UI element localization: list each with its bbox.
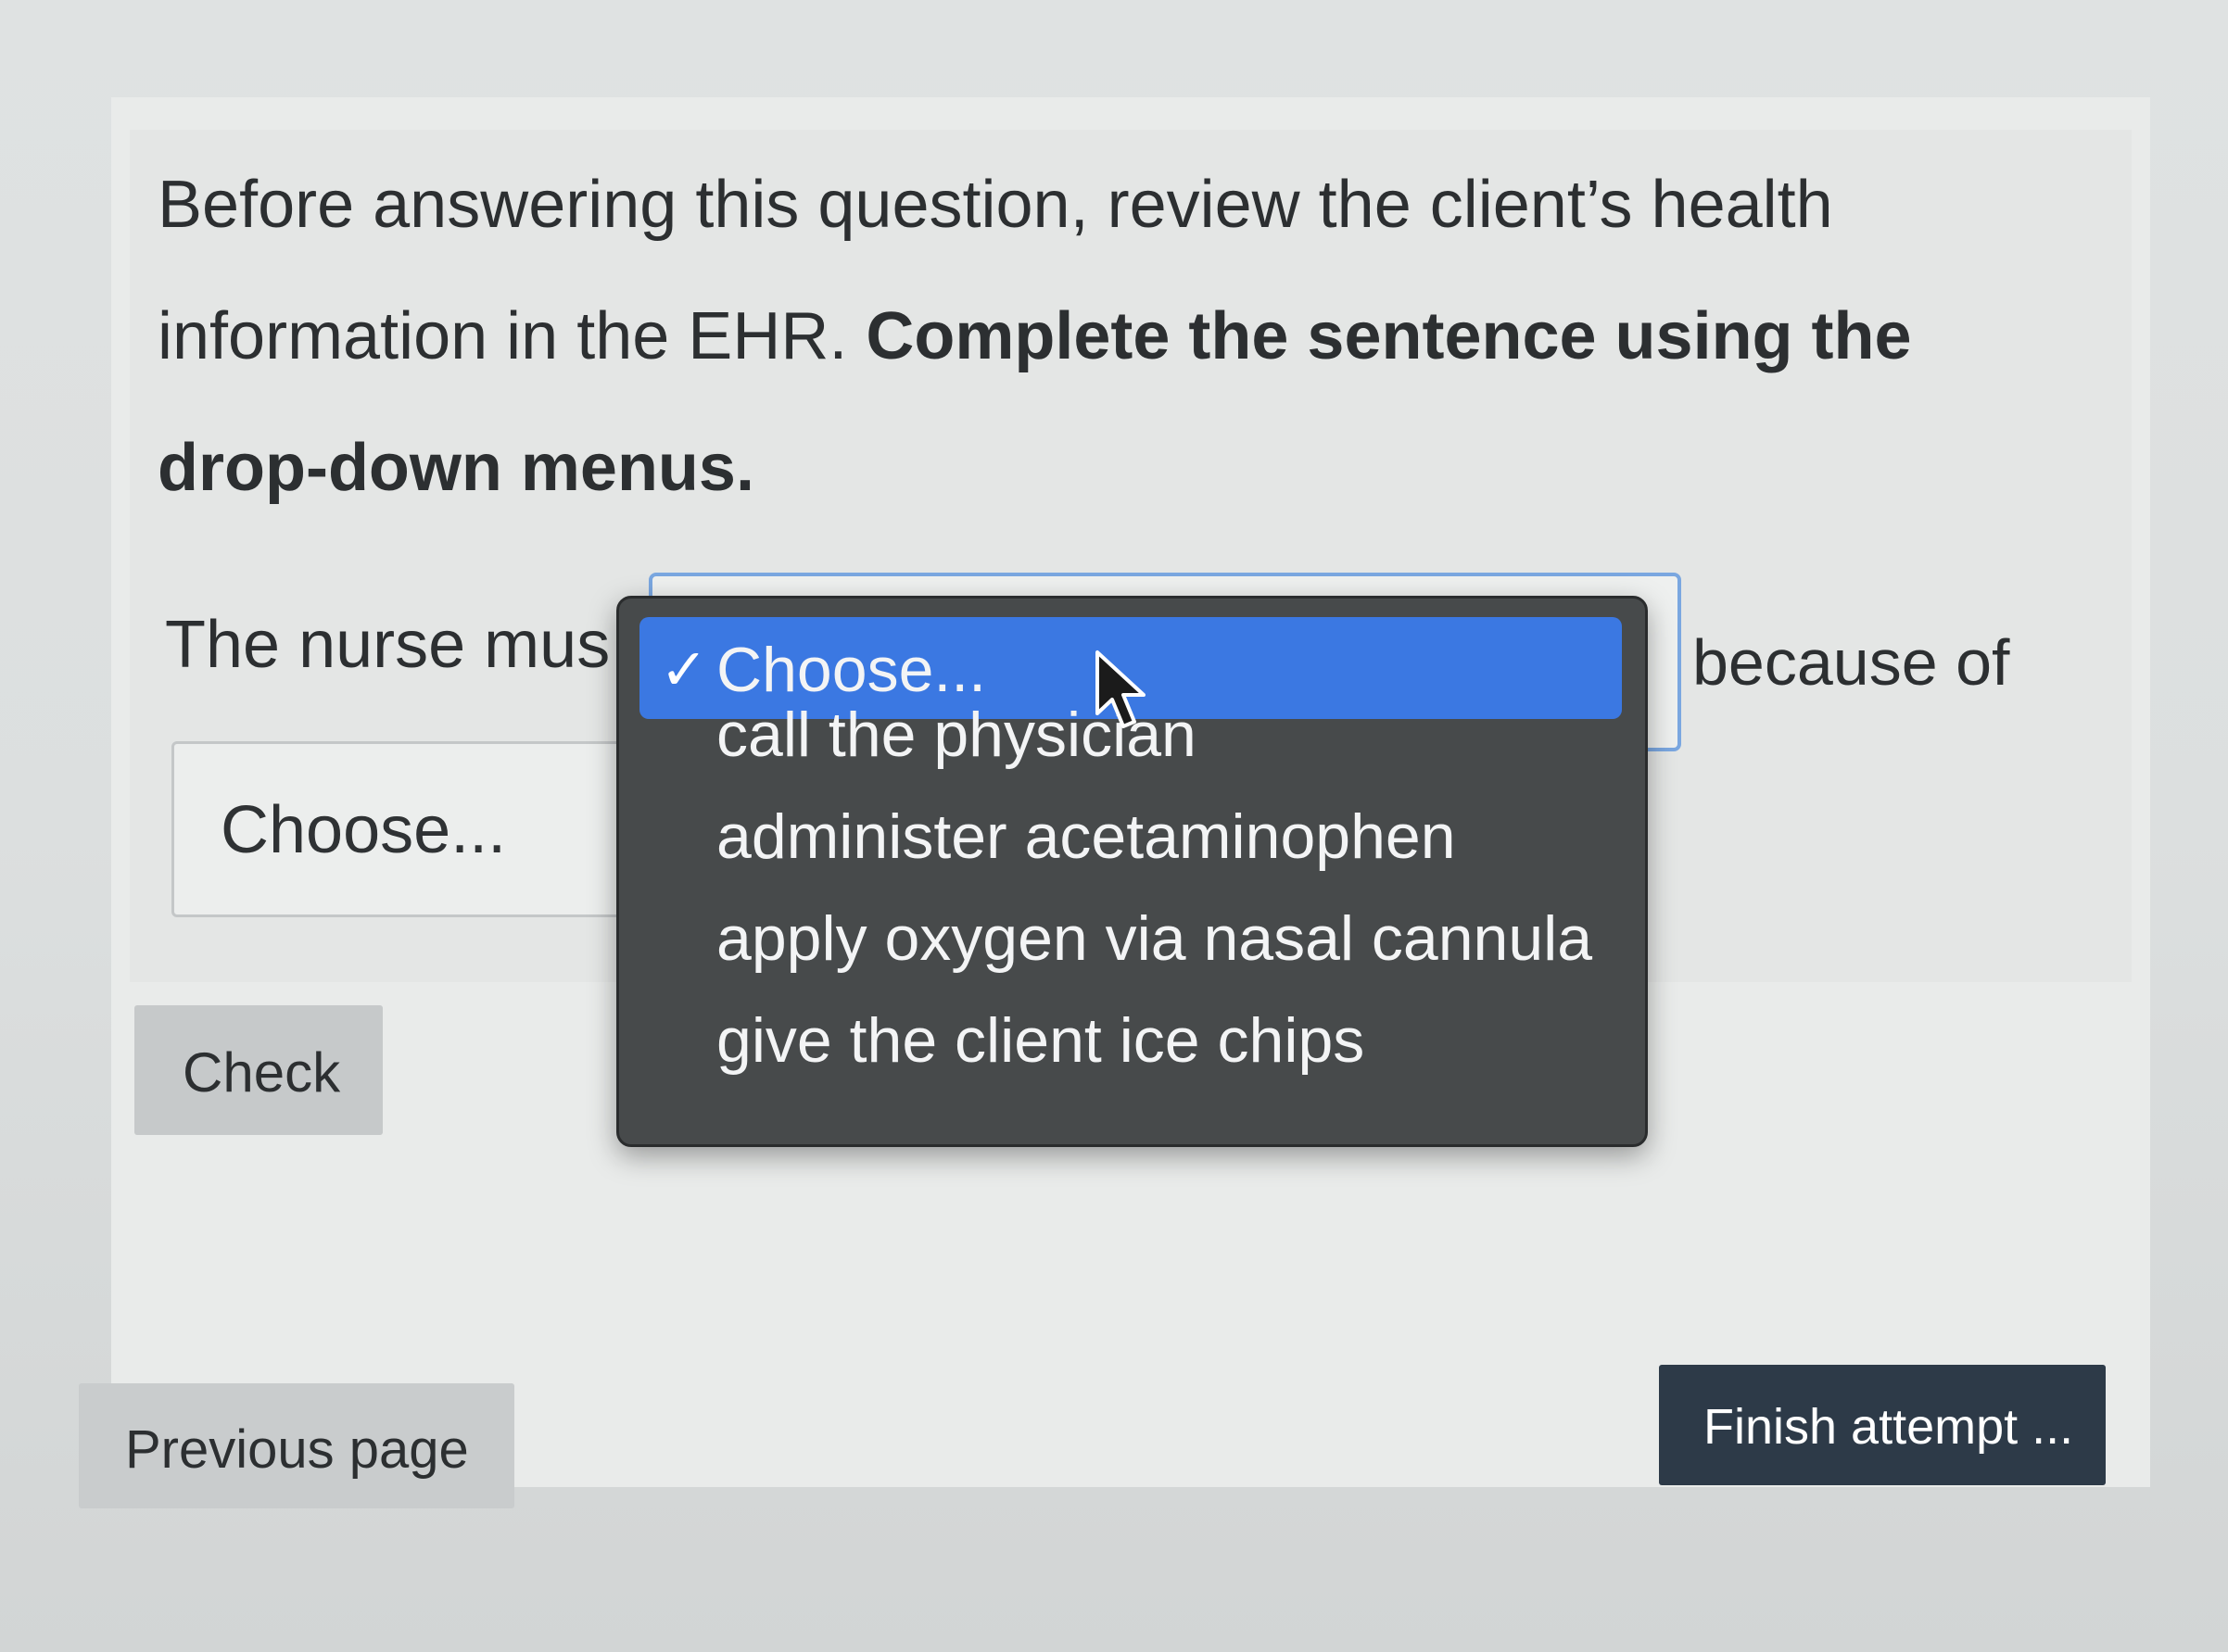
reason-select-value: Choose... <box>221 793 507 867</box>
quiz-screen: Before answering this question, review t… <box>0 0 2228 1652</box>
previous-page-label: Previous page <box>125 1419 469 1480</box>
finish-attempt-button[interactable]: Finish attempt ... <box>1659 1365 2106 1485</box>
sentence-lead-text: The nurse mus <box>165 608 610 682</box>
dropdown-option-label: administer acetaminophen <box>716 801 1456 872</box>
question-text: Before answering this question, review t… <box>158 139 2085 534</box>
sentence-tail-text: because of <box>1692 626 2010 699</box>
finish-attempt-label: Finish attempt ... <box>1703 1399 2074 1455</box>
dropdown-option-apply-oxygen[interactable]: apply oxygen via nasal cannula <box>639 886 1622 988</box>
dropdown-option-administer-acetaminophen[interactable]: administer acetaminophen <box>639 784 1622 886</box>
check-button[interactable]: Check <box>134 1005 383 1135</box>
dropdown-option-label: apply oxygen via nasal cannula <box>716 903 1593 974</box>
dropdown-option-label: give the client ice chips <box>716 1005 1365 1076</box>
mouse-pointer-icon <box>1095 650 1146 728</box>
reason-select[interactable]: Choose... <box>171 741 672 917</box>
previous-page-button[interactable]: Previous page <box>79 1383 514 1508</box>
dropdown-option-ice-chips[interactable]: give the client ice chips <box>639 988 1622 1090</box>
check-button-label: Check <box>183 1041 341 1103</box>
